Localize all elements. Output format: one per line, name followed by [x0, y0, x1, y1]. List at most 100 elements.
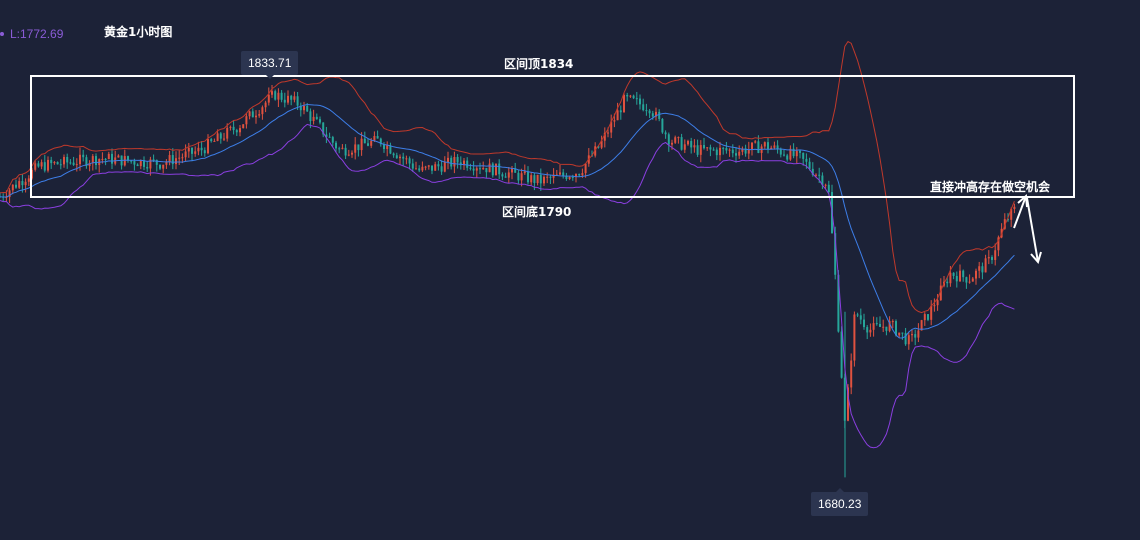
candle-body: [248, 111, 251, 117]
candle-body: [40, 162, 43, 167]
candle-body: [719, 147, 721, 156]
range-bottom-label: 区间底1790: [502, 205, 572, 219]
candle-body: [703, 145, 705, 149]
candle-body: [443, 162, 446, 172]
candle-body: [728, 149, 731, 151]
candle-body: [936, 300, 939, 306]
candle-body: [802, 152, 805, 159]
candle-body: [328, 136, 331, 138]
candle-body: [731, 149, 734, 154]
candle-body: [523, 171, 526, 174]
candle-body: [47, 159, 49, 171]
candle-body: [261, 107, 264, 115]
candle-body: [1013, 206, 1016, 210]
candle-body: [635, 98, 638, 100]
candle-body: [194, 151, 197, 154]
candle-body: [402, 156, 405, 159]
candle-body: [475, 168, 478, 171]
candle-body: [693, 145, 696, 148]
candle-body: [264, 102, 267, 108]
candle-body: [530, 175, 533, 183]
candle-body: [680, 137, 683, 150]
candle-body: [658, 111, 661, 119]
candle-body: [408, 158, 411, 164]
candle-body: [242, 124, 245, 129]
candle-body: [123, 156, 126, 166]
candle-body: [671, 142, 673, 145]
candle-body: [431, 165, 433, 171]
candle-body: [344, 147, 347, 156]
candle-body: [498, 163, 501, 175]
candle-body: [677, 137, 680, 139]
candle-body: [639, 98, 641, 105]
candle-body: [722, 147, 725, 149]
candle-body: [991, 257, 993, 260]
candle-body: [642, 104, 645, 111]
candle-body: [37, 163, 40, 167]
candle-body: [293, 96, 296, 100]
candle-body: [283, 99, 286, 103]
candle-body: [213, 140, 216, 142]
candle-body: [619, 110, 622, 113]
candle-body: [959, 270, 961, 282]
candle-body: [175, 158, 177, 165]
candle-body: [751, 142, 753, 150]
candle-body: [152, 159, 155, 161]
candle-body: [367, 143, 369, 146]
candle-body: [917, 330, 920, 338]
candle-body: [351, 152, 353, 155]
candle-body: [18, 181, 21, 188]
candle-body: [978, 266, 981, 271]
candle-body: [507, 172, 510, 178]
candle-body: [107, 153, 110, 160]
candle-body: [197, 147, 200, 152]
candle-body: [907, 335, 910, 345]
candle-body: [623, 95, 625, 113]
candle-body: [296, 96, 299, 106]
candle-body: [82, 154, 85, 158]
candle-body: [853, 314, 856, 361]
candle-body: [495, 163, 497, 176]
candle-body: [245, 116, 248, 125]
candle-body: [258, 114, 261, 116]
candle-body: [146, 166, 149, 169]
candle-body: [21, 181, 24, 186]
candle-body: [331, 137, 334, 143]
legend-dot: [0, 31, 4, 36]
candle-body: [440, 166, 443, 172]
candle-body: [159, 164, 161, 169]
candle-body: [43, 162, 46, 171]
candle-body: [674, 137, 677, 143]
candle-body: [536, 174, 539, 183]
candle-body: [827, 184, 830, 193]
candle-body: [584, 163, 587, 174]
candle-body: [191, 147, 193, 154]
candle-body: [162, 164, 165, 169]
candle-body: [911, 334, 913, 336]
candle-body: [805, 158, 808, 162]
candle-body: [101, 158, 104, 160]
candle-body: [319, 119, 321, 123]
candle-body: [370, 140, 373, 146]
candle-body: [799, 150, 801, 153]
candle-body: [450, 157, 453, 167]
high-price-tag: 1833.71: [241, 51, 299, 79]
chart-title: 黄金1小时图: [104, 25, 173, 39]
candle-body: [411, 163, 414, 169]
candle-body: [178, 157, 181, 159]
candle-body: [207, 139, 209, 154]
candle-body: [696, 145, 699, 155]
candle-body: [373, 135, 376, 141]
candle-body: [72, 162, 75, 165]
candle-body: [648, 110, 651, 114]
candle-body: [437, 164, 440, 167]
candle-body: [418, 168, 421, 171]
candle-body: [626, 95, 629, 97]
candle-body: [386, 145, 389, 150]
candle-body: [690, 141, 693, 148]
candle-body: [863, 319, 865, 328]
range-box: [30, 75, 1075, 198]
candle-body: [581, 173, 584, 176]
candle-body: [667, 134, 670, 145]
short-opportunity-label: 直接冲高存在做空机会: [930, 180, 1051, 194]
